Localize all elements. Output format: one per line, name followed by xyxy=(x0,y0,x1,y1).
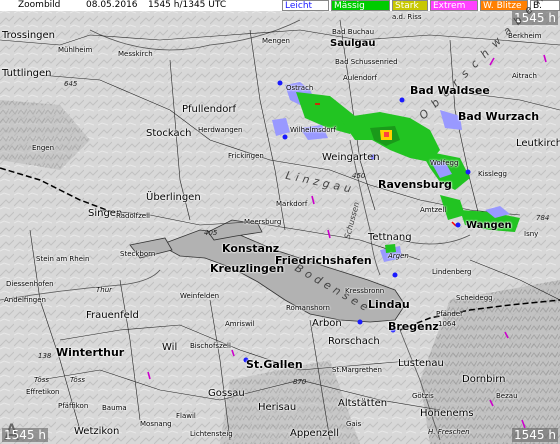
road-450: 450 xyxy=(352,172,366,180)
place-h-freschen: H. Freschen xyxy=(428,428,470,436)
place-steckborn: Steckborn xyxy=(120,250,156,258)
road-784: 784 xyxy=(536,214,550,222)
place-tuttlingen: Tuttlingen xyxy=(2,68,52,79)
place-frickingen: Frickingen xyxy=(228,152,264,160)
place-lindau: Lindau xyxy=(368,298,410,311)
river-label-toss-2: Töss xyxy=(70,376,85,384)
place-herdwangen: Herdwangen xyxy=(198,126,243,134)
place-radolfzell: Radolfzell xyxy=(116,212,151,220)
place-kreuzlingen: Kreuzlingen xyxy=(210,262,285,275)
place-stockach: Stockach xyxy=(146,128,192,139)
legend-item-stark: Stark xyxy=(392,0,428,11)
place-st-gallen: St.Gallen xyxy=(246,358,303,371)
place-lichtensteig: Lichtensteig xyxy=(190,430,233,438)
place-bregenz: Bregenz xyxy=(388,320,439,333)
place-bischofszell: Bischofszell xyxy=(190,342,231,350)
legend-item-m-ssig: Mässig xyxy=(331,0,390,11)
place-lindenberg: Lindenberg xyxy=(432,268,472,276)
place-stein-am-rhein: Stein am Rhein xyxy=(36,255,90,263)
place-isny: Isny xyxy=(524,230,539,238)
place-kisslegg: Kisslegg xyxy=(478,170,507,178)
place-uberlingen: Überlingen xyxy=(146,192,201,203)
place-appenzell: Appenzell xyxy=(290,428,339,439)
place-wilhelmsdorf: Wilhelmsdorf xyxy=(290,126,336,134)
place-amriswil: Amriswil xyxy=(225,320,255,328)
road-405: 405 xyxy=(204,229,218,237)
place-mengen: Mengen xyxy=(262,37,290,45)
river-label-toss: Töss xyxy=(34,376,49,384)
place-gais: Gais xyxy=(346,420,362,428)
place-berkheim: Berkheim xyxy=(508,32,542,40)
place-arbon: Arbon xyxy=(312,318,342,329)
radar-map: A Zoombild 08.05.2016 1545 h/1345 UTC Le… xyxy=(0,0,560,444)
place-wil: Wil xyxy=(162,342,178,353)
header-date: 08.05.2016 xyxy=(86,0,138,10)
corner-time-bottom-left: 1545 h xyxy=(2,428,48,442)
place-bauma: Bauma xyxy=(102,404,127,412)
place-effretikon: Effretikon xyxy=(26,388,60,396)
place-markdorf: Markdorf xyxy=(276,200,308,208)
place-diessenhofen: Diessenhofen xyxy=(6,280,54,288)
place-scheidegg: Scheidegg xyxy=(456,294,493,302)
river-label-argen: Argen xyxy=(388,252,409,260)
header-time: 1545 h/1345 UTC xyxy=(148,0,227,10)
place-pfander: Pfänder xyxy=(436,310,464,318)
place-bad-schussenried: Bad Schussenried xyxy=(335,58,398,66)
corner-time-bottom-right: 1545 h xyxy=(512,428,558,442)
place-bad-buchau: Bad Buchau xyxy=(332,28,375,36)
place-aulendorf: Aulendorf xyxy=(343,74,377,82)
place-hohenems: Hohenems xyxy=(420,408,474,419)
place-andelfingen: Andelfingen xyxy=(4,296,46,304)
place-konstanz: Konstanz xyxy=(222,242,280,255)
place-meersburg: Meersburg xyxy=(244,218,282,226)
place-pfaffikon: Pfäffikon xyxy=(58,402,89,410)
place-weinfelden: Weinfelden xyxy=(180,292,220,300)
place-kressbronn: Kressbronn xyxy=(345,287,385,295)
place-ad-riss: a.d. Riss xyxy=(392,13,422,21)
place-leutkirch: Leutkirch xyxy=(516,138,560,149)
road-645: 645 xyxy=(64,80,78,88)
place-friedrichshafen: Friedrichshafen xyxy=(275,254,372,267)
place-bad-wurzach: Bad Wurzach xyxy=(458,110,540,123)
place-altstatten: Altstätten xyxy=(338,398,388,409)
place-lustenau: Lustenau xyxy=(398,358,444,369)
place-saulgau: Saulgau xyxy=(330,38,376,49)
place-aitrach: Aitrach xyxy=(512,72,537,80)
road-138: 138 xyxy=(38,352,52,360)
place-weingarten: Weingarten xyxy=(322,152,380,163)
place-dornbirn: Dornbirn xyxy=(462,374,506,385)
place-muhlheim: Mühlheim xyxy=(58,46,93,54)
place-tettnang: Tettnang xyxy=(368,232,412,243)
place-st-margrethen: St.Margrethen xyxy=(332,366,382,374)
place-gossau: Gossau xyxy=(208,388,245,399)
place-wolfegg: Wolfegg xyxy=(430,159,459,167)
place-bezau: Bezau xyxy=(496,392,518,400)
place-romanshorn: Romanshorn xyxy=(286,304,330,312)
place-wetzikon: Wetzikon xyxy=(74,426,120,437)
place-flawil: Flawil xyxy=(176,412,196,420)
legend-item-extrem: Extrem xyxy=(430,0,478,11)
place-bad-waldsee: Bad Waldsee xyxy=(410,84,490,97)
river-label-thur: Thur xyxy=(96,286,113,294)
place-wangen: Wangen xyxy=(466,220,512,231)
place-rorschach: Rorschach xyxy=(328,336,380,347)
product-name: Zoombild xyxy=(18,0,61,10)
place-engen: Engen xyxy=(32,144,55,152)
place-gotzis: Götzis xyxy=(412,392,434,400)
place-winterthur: Winterthur xyxy=(56,346,125,359)
place-pfander-altitude: 1064 xyxy=(438,320,456,328)
place-messkirch: Messkirch xyxy=(118,50,153,58)
place-ostrach: Ostrach xyxy=(286,84,314,92)
place-herisau: Herisau xyxy=(258,402,297,413)
road-870: 870 xyxy=(293,378,307,386)
legend-item-leicht: Leicht xyxy=(282,0,329,11)
place-amtzell: Amtzell xyxy=(420,206,447,214)
place-pfullendorf: Pfullendorf xyxy=(182,104,237,115)
place-frauenfeld: Frauenfeld xyxy=(86,310,139,321)
place-trossingen: Trossingen xyxy=(2,30,56,41)
place-mosnang: Mosnang xyxy=(140,420,172,428)
place-ravensburg: Ravensburg xyxy=(378,178,452,191)
